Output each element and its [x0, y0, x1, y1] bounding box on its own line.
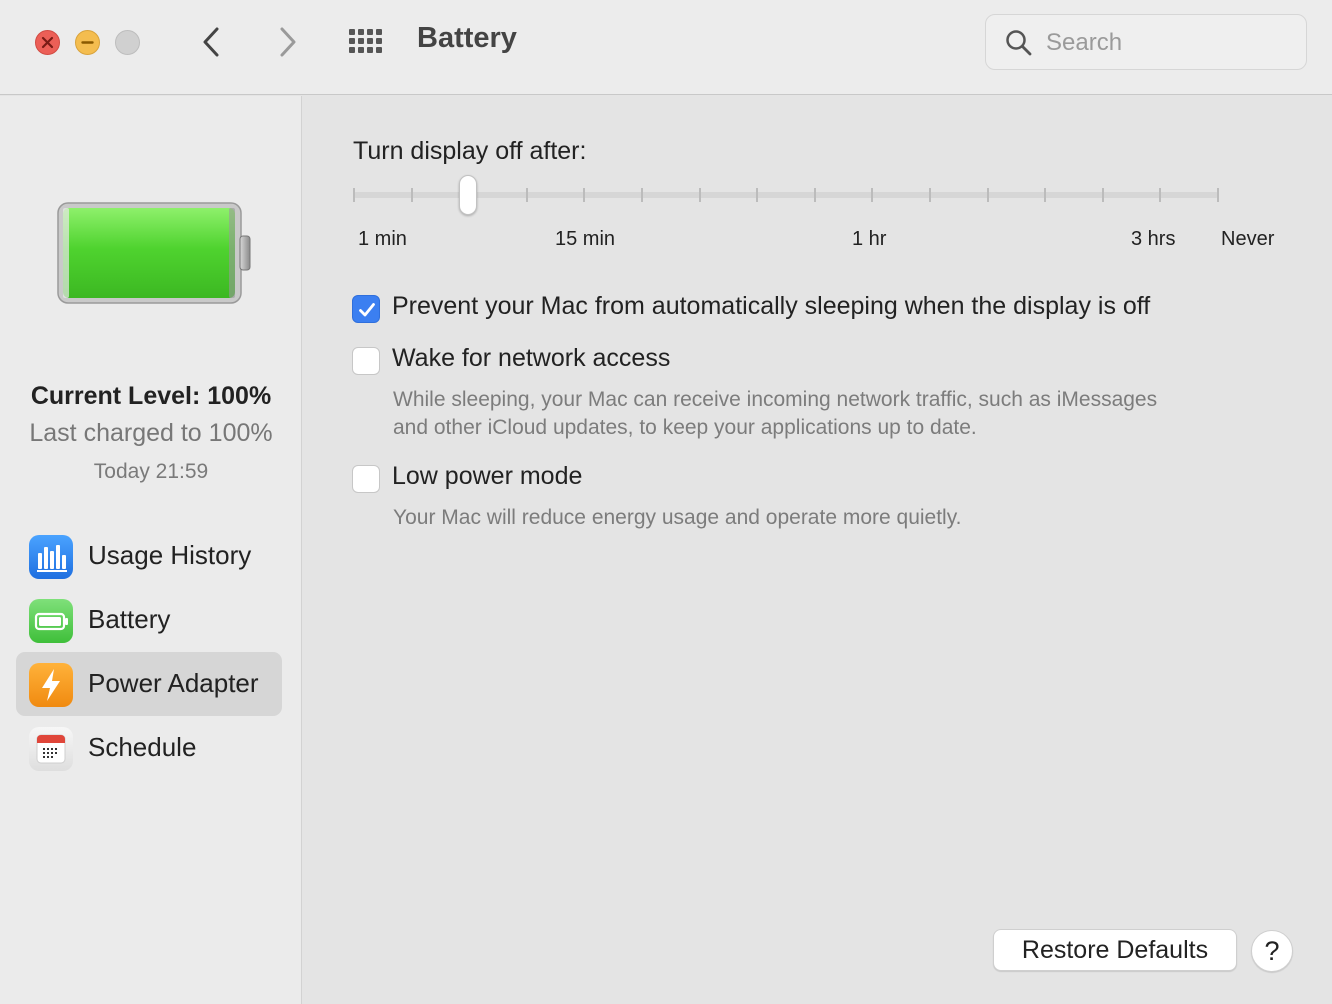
chevron-left-icon — [203, 27, 219, 57]
help-button[interactable]: ? — [1251, 930, 1293, 972]
slider-tick — [1217, 188, 1219, 202]
slider-knob[interactable] — [459, 175, 478, 215]
zoom-window-button[interactable] — [115, 30, 140, 55]
title-bar: Battery — [0, 0, 1332, 95]
low-power-label: Low power mode — [392, 462, 583, 490]
sidebar-item-label: Usage History — [88, 540, 252, 570]
low-power-checkbox[interactable] — [352, 465, 380, 493]
slider-tick — [641, 188, 643, 202]
restore-defaults-button[interactable]: Restore Defaults — [993, 929, 1237, 971]
slider-tick — [756, 188, 759, 202]
chevron-right-icon — [280, 27, 296, 57]
slider-tick — [410, 188, 413, 202]
low-power-description: Your Mac will reduce energy usage and op… — [393, 504, 962, 532]
sidebar-item-battery[interactable]: Battery — [16, 588, 282, 652]
close-window-button[interactable] — [35, 30, 60, 55]
description-line: Your Mac will reduce energy usage and op… — [393, 506, 962, 529]
slider-tick — [583, 188, 586, 202]
sidebar-item-power-adapter[interactable]: Power Adapter — [16, 652, 282, 716]
sidebar-item-schedule[interactable]: Schedule — [16, 716, 282, 780]
window-title: Battery — [417, 22, 517, 54]
slider-tick — [986, 188, 989, 202]
show-all-button[interactable] — [346, 26, 390, 58]
search-icon — [1006, 30, 1032, 56]
main-panel: Turn display off after: 1 min 15 min 1 h… — [303, 96, 1332, 1004]
wake-network-description: While sleeping, your Mac can receive inc… — [393, 386, 1157, 442]
bar-chart-icon — [29, 535, 73, 579]
slider-tick — [353, 188, 355, 202]
tick-label: 3 hrs — [1131, 228, 1176, 250]
tick-label: 15 min — [555, 228, 616, 250]
charged-time-text: Today 21:59 — [93, 460, 209, 483]
sidebar-item-label: Schedule — [88, 732, 197, 762]
slider-tick — [1159, 188, 1162, 202]
forward-button[interactable] — [267, 22, 307, 62]
wake-network-label: Wake for network access — [392, 344, 671, 372]
prevent-sleep-label: Prevent your Mac from automatically slee… — [392, 292, 1151, 320]
wake-network-checkbox[interactable] — [352, 347, 380, 375]
battery-icon — [29, 599, 73, 643]
slider-tick — [525, 188, 528, 202]
slider-tick — [698, 188, 701, 202]
description-line: and other iCloud updates, to keep your a… — [393, 416, 977, 439]
sidebar-item-label: Battery — [88, 604, 171, 634]
calendar-icon — [29, 727, 73, 771]
display-off-slider[interactable] — [353, 192, 1219, 198]
slider-tick — [871, 188, 874, 202]
current-level-text: Current Level: 100% — [30, 382, 272, 410]
last-charged-text: Last charged to 100% — [29, 419, 273, 447]
checkmark-icon — [359, 303, 375, 317]
tick-label: Never — [1221, 228, 1275, 250]
back-button[interactable] — [192, 22, 232, 62]
tick-label: 1 hr — [852, 228, 887, 250]
slider-tick — [929, 188, 931, 202]
sidebar: Current Level: 100% Last charged to 100%… — [0, 96, 302, 1004]
minimize-icon — [81, 41, 94, 44]
display-off-label: Turn display off after: — [353, 137, 587, 165]
slider-tick — [1044, 188, 1047, 202]
battery-level-icon — [57, 202, 251, 304]
sidebar-item-label: Power Adapter — [88, 668, 259, 698]
grid-icon — [349, 29, 382, 53]
sidebar-item-usage-history[interactable]: Usage History — [16, 524, 282, 588]
search-input[interactable] — [1046, 27, 1286, 59]
slider-tick — [813, 188, 816, 202]
search-field[interactable] — [985, 14, 1307, 70]
close-icon — [41, 36, 54, 49]
tick-label: 1 min — [358, 228, 407, 250]
minimize-window-button[interactable] — [75, 30, 100, 55]
description-line: While sleeping, your Mac can receive inc… — [393, 388, 1158, 411]
lightning-icon — [29, 663, 73, 707]
slider-tick — [1101, 188, 1104, 202]
prevent-sleep-checkbox[interactable] — [352, 295, 380, 323]
